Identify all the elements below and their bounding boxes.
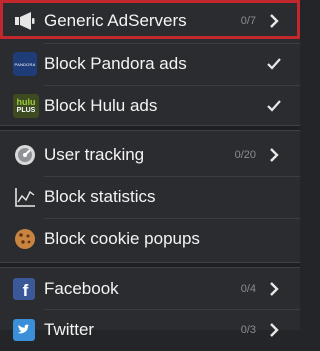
block-pandora-ads-label: Block Pandora ads (44, 54, 187, 73)
row-divider (44, 176, 300, 177)
generic-adservers-label: Generic AdServers (44, 11, 187, 30)
row-divider (44, 85, 300, 86)
chevron-right-icon (270, 14, 279, 28)
twitter-icon (13, 319, 35, 341)
user-tracking-label: User tracking (44, 145, 145, 164)
twitter-row[interactable]: Twitter 0/3 (0, 309, 300, 351)
facebook-count: 0/4 (240, 283, 256, 295)
facebook-row[interactable]: f Facebook 0/4 (0, 268, 300, 310)
hulu-plus-logo-icon: hulu PLUS (13, 94, 39, 118)
block-pandora-ads-row[interactable]: PANDORA Block Pandora ads (0, 43, 300, 85)
checkmark-icon (267, 58, 281, 70)
tracking-group: User tracking 0/20 Block statistics Bloc… (0, 131, 300, 262)
hulu-logo-text: hulu (16, 97, 36, 107)
social-group: f Facebook 0/4 Twitter 0/3 (0, 268, 300, 341)
block-cookie-popups-label: Block cookie popups (44, 229, 200, 248)
twitter-count: 0/3 (240, 324, 256, 336)
row-divider (44, 43, 300, 44)
hulu-plus-logo-text: PLUS (16, 107, 36, 114)
row-divider (44, 218, 300, 219)
ad-blocking-group: Generic AdServers 0/7 PANDORA Block Pand… (0, 0, 300, 125)
chart-icon (13, 185, 37, 209)
user-tracking-count: 0/20 (234, 149, 256, 161)
generic-adservers-count: 0/7 (240, 15, 256, 27)
tracking-gauge-icon (13, 143, 37, 167)
block-hulu-ads-row[interactable]: hulu PLUS Block Hulu ads (0, 85, 300, 127)
checkmark-icon (267, 100, 281, 112)
row-divider (44, 309, 300, 310)
chevron-right-icon (270, 148, 279, 162)
user-tracking-row[interactable]: User tracking 0/20 (0, 134, 300, 176)
block-cookie-popups-row[interactable]: Block cookie popups (0, 218, 300, 260)
megaphone-icon (13, 9, 37, 33)
block-statistics-row[interactable]: Block statistics (0, 176, 300, 218)
chevron-right-icon (270, 282, 279, 296)
block-hulu-ads-label: Block Hulu ads (44, 96, 158, 115)
generic-adservers-row[interactable]: Generic AdServers 0/7 (0, 0, 300, 42)
facebook-label: Facebook (44, 279, 119, 298)
chevron-right-icon (270, 323, 279, 337)
cookie-icon (13, 227, 37, 251)
twitter-label: Twitter (44, 320, 95, 339)
block-statistics-label: Block statistics (44, 187, 156, 206)
facebook-icon: f (13, 278, 35, 300)
pandora-logo-text: PANDORA (14, 61, 36, 67)
pandora-logo-icon: PANDORA (13, 52, 37, 76)
